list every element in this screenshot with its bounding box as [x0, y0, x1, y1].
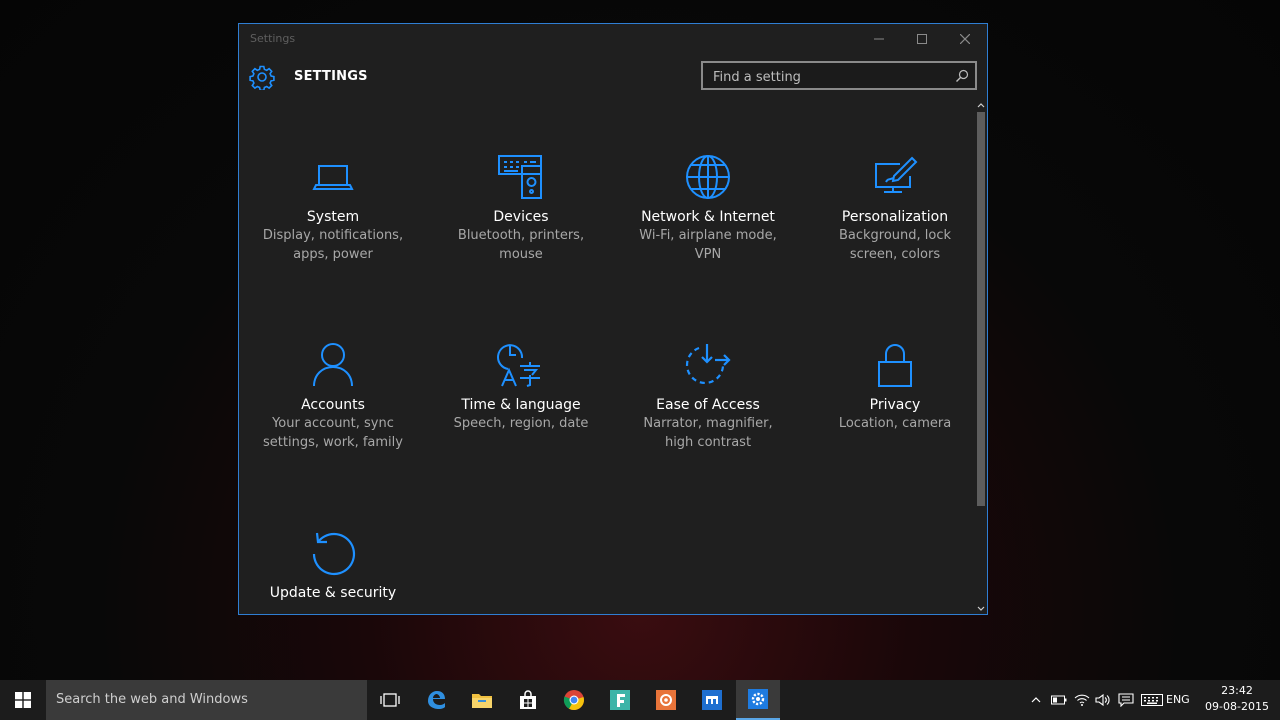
chevron-up-icon	[1031, 697, 1041, 703]
gear-icon	[249, 65, 275, 90]
category-accounts[interactable]: Accounts Your account, sync settings, wo…	[248, 340, 418, 452]
laptop-icon	[312, 165, 354, 190]
chevron-up-icon	[977, 103, 985, 108]
orange-app-icon	[656, 690, 676, 710]
taskbar: Search the web and Windows ENG 23:42 09-…	[0, 680, 1280, 720]
category-title: Privacy	[869, 397, 921, 413]
edge-button[interactable]	[414, 680, 458, 720]
devices-icon	[498, 155, 542, 199]
file-explorer-icon	[472, 694, 492, 708]
scroll-down-button[interactable]	[976, 604, 986, 614]
find-setting-input[interactable]	[711, 67, 945, 87]
close-icon	[960, 34, 970, 44]
category-system[interactable]: System Display, notifications, apps, pow…	[248, 152, 418, 264]
show-hidden-icons-button[interactable]	[1028, 680, 1044, 720]
category-title: System	[306, 209, 360, 225]
category-description: Narrator, magnifier,	[643, 416, 773, 431]
clock[interactable]: 23:42 09-08-2015	[1202, 683, 1272, 715]
windows-logo-icon	[15, 692, 31, 708]
minimize-button[interactable]	[857, 24, 901, 54]
wifi-icon	[1074, 694, 1090, 706]
title-bar[interactable]: Settings	[239, 24, 987, 54]
search-icon[interactable]	[955, 69, 969, 83]
volume-button[interactable]	[1094, 680, 1112, 720]
chevron-down-icon	[977, 606, 985, 611]
globe-icon	[686, 155, 730, 199]
settings-app-icon	[748, 689, 768, 709]
category-title: Time & language	[461, 397, 581, 413]
category-title: Update & security	[269, 585, 397, 601]
update-icon	[312, 532, 356, 576]
chrome-icon	[563, 690, 584, 711]
maximize-button[interactable]	[900, 24, 944, 54]
ease-of-access-icon	[685, 344, 731, 385]
category-description: settings, work, family	[263, 435, 403, 450]
input-language[interactable]: ENG	[1166, 693, 1190, 706]
category-privacy[interactable]: Privacy Location, camera	[810, 340, 980, 433]
category-title: Network & Internet	[641, 209, 775, 225]
orange-app-button[interactable]	[644, 680, 688, 720]
remote-app-button[interactable]	[690, 680, 734, 720]
time-language-icon	[497, 344, 540, 387]
action-center-button[interactable]	[1116, 680, 1136, 720]
category-devices[interactable]: Devices Bluetooth, printers, mouse	[436, 152, 606, 264]
settings-header: SETTINGS	[239, 60, 987, 100]
task-view-button[interactable]	[368, 680, 412, 720]
category-description: Display, notifications,	[262, 228, 404, 243]
category-description: Wi-Fi, airplane mode,	[639, 228, 777, 243]
settings-app-button[interactable]	[736, 680, 780, 720]
maximize-icon	[917, 34, 927, 44]
battery-icon	[1051, 695, 1067, 705]
category-description: Speech, region, date	[453, 416, 589, 431]
task-view-icon	[380, 693, 400, 707]
volume-icon	[1095, 693, 1110, 707]
keyboard-icon	[1141, 694, 1163, 706]
page-title: SETTINGS	[294, 69, 368, 84]
touch-keyboard-button[interactable]	[1139, 680, 1165, 720]
store-icon	[520, 690, 536, 709]
category-description: Background, lock	[838, 228, 952, 243]
settings-window: Settings SETTINGS Find a setting System …	[238, 23, 988, 615]
category-description: screen, colors	[849, 247, 941, 262]
close-button[interactable]	[943, 24, 987, 54]
clock-date: 09-08-2015	[1205, 700, 1269, 713]
store-button[interactable]	[506, 680, 550, 720]
category-description: apps, power	[293, 247, 373, 262]
f-app-icon	[610, 690, 630, 710]
category-description: mouse	[499, 247, 543, 262]
category-ease-of-access[interactable]: Ease of Access Narrator, magnifier, high…	[623, 340, 793, 452]
taskbar-search-placeholder: Search the web and Windows	[56, 692, 248, 707]
category-description: high contrast	[664, 435, 752, 450]
category-network[interactable]: Network & Internet Wi-Fi, airplane mode,…	[623, 152, 793, 264]
battery-button[interactable]	[1050, 680, 1068, 720]
category-update-security[interactable]: Update & security	[248, 528, 418, 602]
category-time-language[interactable]: Time & language Speech, region, date	[436, 340, 606, 433]
clock-time: 23:42	[1221, 684, 1253, 697]
category-description: Bluetooth, printers,	[457, 228, 585, 243]
paint-icon	[875, 156, 918, 193]
window-title: Settings	[250, 32, 296, 45]
start-button[interactable]	[0, 680, 46, 720]
lock-icon	[878, 344, 912, 387]
file-explorer-button[interactable]	[460, 680, 504, 720]
category-personalization[interactable]: Personalization Background, lock screen,…	[810, 152, 980, 264]
category-title: Personalization	[841, 209, 949, 225]
scroll-up-button[interactable]	[976, 100, 986, 110]
remote-app-icon	[702, 690, 722, 710]
category-description: Location, camera	[838, 416, 952, 431]
category-title: Devices	[493, 209, 549, 225]
chrome-button[interactable]	[552, 680, 596, 720]
action-center-icon	[1118, 693, 1134, 707]
find-setting-box[interactable]	[701, 61, 977, 90]
category-title: Accounts	[301, 397, 365, 413]
edge-icon	[428, 691, 445, 709]
minimize-icon	[874, 38, 884, 40]
f-app-button[interactable]	[598, 680, 642, 720]
category-title: Ease of Access	[656, 397, 760, 413]
person-icon	[313, 343, 353, 387]
network-button[interactable]	[1073, 680, 1091, 720]
category-description: Your account, sync	[272, 416, 394, 431]
category-description: VPN	[694, 247, 722, 262]
taskbar-search[interactable]: Search the web and Windows	[46, 680, 367, 720]
